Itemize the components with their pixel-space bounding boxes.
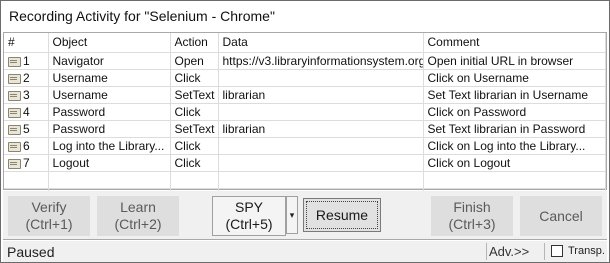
row-number-cell: 7 bbox=[4, 154, 49, 172]
action-cell: Click bbox=[170, 103, 219, 121]
verify-button-shortcut: (Ctrl+1) bbox=[25, 216, 73, 232]
object-cell: Logout bbox=[48, 154, 171, 172]
learn-button-shortcut: (Ctrl+2) bbox=[114, 216, 162, 232]
row-number-label: 3 bbox=[23, 87, 30, 102]
verify-button[interactable]: Verify (Ctrl+1) bbox=[8, 196, 90, 236]
table-row[interactable]: 3 Username SetText librarian Set Text librar… bbox=[4, 86, 606, 104]
table-header-row: # Object Action Data Comment bbox=[4, 33, 606, 53]
empty-row bbox=[4, 171, 606, 189]
status-divider bbox=[486, 243, 487, 260]
data-cell: librarian bbox=[218, 86, 424, 104]
comment-cell: Click on Log into the Library... bbox=[423, 137, 606, 155]
status-divider bbox=[544, 243, 545, 260]
resume-button[interactable]: Resume bbox=[303, 198, 381, 232]
step-icon bbox=[8, 107, 21, 118]
spy-dropdown-button[interactable]: ▾ bbox=[286, 196, 298, 234]
steps-table: # Object Action Data Comment 1 Navigator O… bbox=[4, 33, 606, 206]
comment-cell: Set Text librarian in Password bbox=[423, 120, 606, 138]
table-row[interactable]: 6 Log into the Library... Click Click on Lo… bbox=[4, 137, 606, 155]
column-header-action[interactable]: Action bbox=[170, 33, 219, 53]
step-icon bbox=[8, 158, 21, 169]
empty-cell bbox=[218, 171, 424, 189]
comment-cell: Set Text librarian in Username bbox=[423, 86, 606, 104]
learn-button-label: Learn bbox=[120, 199, 156, 215]
comment-cell: Click on Logout bbox=[423, 154, 606, 172]
table-row[interactable]: 2 Username Click Click on Username bbox=[4, 69, 606, 87]
cancel-button-label: Cancel bbox=[539, 207, 583, 224]
comment-cell: Click on Username bbox=[423, 69, 606, 87]
row-number-label: 2 bbox=[23, 70, 30, 85]
transparent-checkbox[interactable] bbox=[551, 245, 563, 257]
data-cell bbox=[218, 137, 424, 155]
step-icon bbox=[8, 56, 21, 67]
column-header-number[interactable]: # bbox=[4, 33, 49, 53]
cancel-button[interactable]: Cancel bbox=[520, 196, 602, 236]
object-cell: Log into the Library... bbox=[48, 137, 171, 155]
table-row[interactable]: 7 Logout Click Click on Logout bbox=[4, 154, 606, 172]
step-icon bbox=[8, 73, 21, 84]
table-row[interactable]: 1 Navigator Open https://v3.libraryinformat… bbox=[4, 52, 606, 70]
finish-button-label: Finish bbox=[453, 199, 491, 215]
action-cell: Click bbox=[170, 137, 219, 155]
action-cell: SetText bbox=[170, 86, 219, 104]
row-number-label: 7 bbox=[23, 155, 30, 170]
status-bar: Paused Adv.>> Transp. bbox=[3, 241, 607, 262]
action-cell: Click bbox=[170, 69, 219, 87]
comment-cell: Click on Password bbox=[423, 103, 606, 121]
object-cell: Username bbox=[48, 69, 171, 87]
data-cell: librarian bbox=[218, 120, 424, 138]
comment-cell: Open initial URL in browser bbox=[423, 52, 606, 70]
row-number-label: 1 bbox=[23, 53, 30, 68]
spy-button-shortcut: (Ctrl+5) bbox=[225, 216, 273, 232]
empty-cell bbox=[423, 171, 606, 189]
object-cell: Password bbox=[48, 120, 171, 138]
action-toolbar: Verify (Ctrl+1) Learn (Ctrl+2) SPY (Ctrl… bbox=[3, 191, 607, 240]
row-number-cell: 2 bbox=[4, 69, 49, 87]
transparent-checkbox-label: Transp. bbox=[568, 245, 605, 257]
row-number-cell: 3 bbox=[4, 86, 49, 104]
row-number-cell: 6 bbox=[4, 137, 49, 155]
row-number-cell: 1 bbox=[4, 52, 49, 70]
table-row[interactable]: 4 Password Click Click on Password bbox=[4, 103, 606, 121]
spy-button-label: SPY bbox=[234, 199, 263, 215]
empty-cell bbox=[4, 171, 49, 189]
row-number-cell: 5 bbox=[4, 120, 49, 138]
row-number-label: 4 bbox=[23, 104, 30, 119]
recording-activity-window: Recording Activity for "Selenium - Chrom… bbox=[0, 0, 610, 263]
object-cell: Password bbox=[48, 103, 171, 121]
finish-button-shortcut: (Ctrl+3) bbox=[448, 216, 496, 232]
column-header-object[interactable]: Object bbox=[48, 33, 171, 53]
chevron-down-icon: ▾ bbox=[289, 209, 295, 220]
steps-grid[interactable]: # Object Action Data Comment 1 Navigator O… bbox=[3, 32, 607, 206]
column-header-comment[interactable]: Comment bbox=[423, 33, 606, 53]
advanced-toggle-button[interactable]: Adv.>> bbox=[489, 244, 529, 259]
spy-button[interactable]: SPY (Ctrl+5) bbox=[212, 196, 286, 236]
row-number-label: 6 bbox=[23, 138, 30, 153]
window-title: Recording Activity for "Selenium - Chrom… bbox=[9, 8, 275, 24]
learn-button[interactable]: Learn (Ctrl+2) bbox=[97, 196, 179, 236]
verify-button-label: Verify bbox=[31, 199, 67, 215]
step-icon bbox=[8, 90, 21, 101]
row-number-label: 5 bbox=[23, 121, 30, 136]
data-cell bbox=[218, 154, 424, 172]
object-cell: Username bbox=[48, 86, 171, 104]
action-cell: SetText bbox=[170, 120, 219, 138]
resume-button-label: Resume bbox=[315, 206, 369, 223]
column-header-data[interactable]: Data bbox=[218, 33, 424, 53]
row-number-cell: 4 bbox=[4, 103, 49, 121]
step-icon bbox=[8, 141, 21, 152]
data-cell bbox=[218, 69, 424, 87]
action-cell: Open bbox=[170, 52, 219, 70]
empty-cell bbox=[48, 171, 171, 189]
step-icon bbox=[8, 124, 21, 135]
data-cell bbox=[218, 103, 424, 121]
status-text: Paused bbox=[7, 244, 55, 260]
empty-cell bbox=[170, 171, 219, 189]
table-row[interactable]: 5 Password SetText librarian Set Text librar… bbox=[4, 120, 606, 138]
finish-button[interactable]: Finish (Ctrl+3) bbox=[431, 196, 513, 236]
data-cell: https://v3.libraryinformationsystem.org bbox=[218, 52, 424, 70]
object-cell: Navigator bbox=[48, 52, 171, 70]
action-cell: Click bbox=[170, 154, 219, 172]
